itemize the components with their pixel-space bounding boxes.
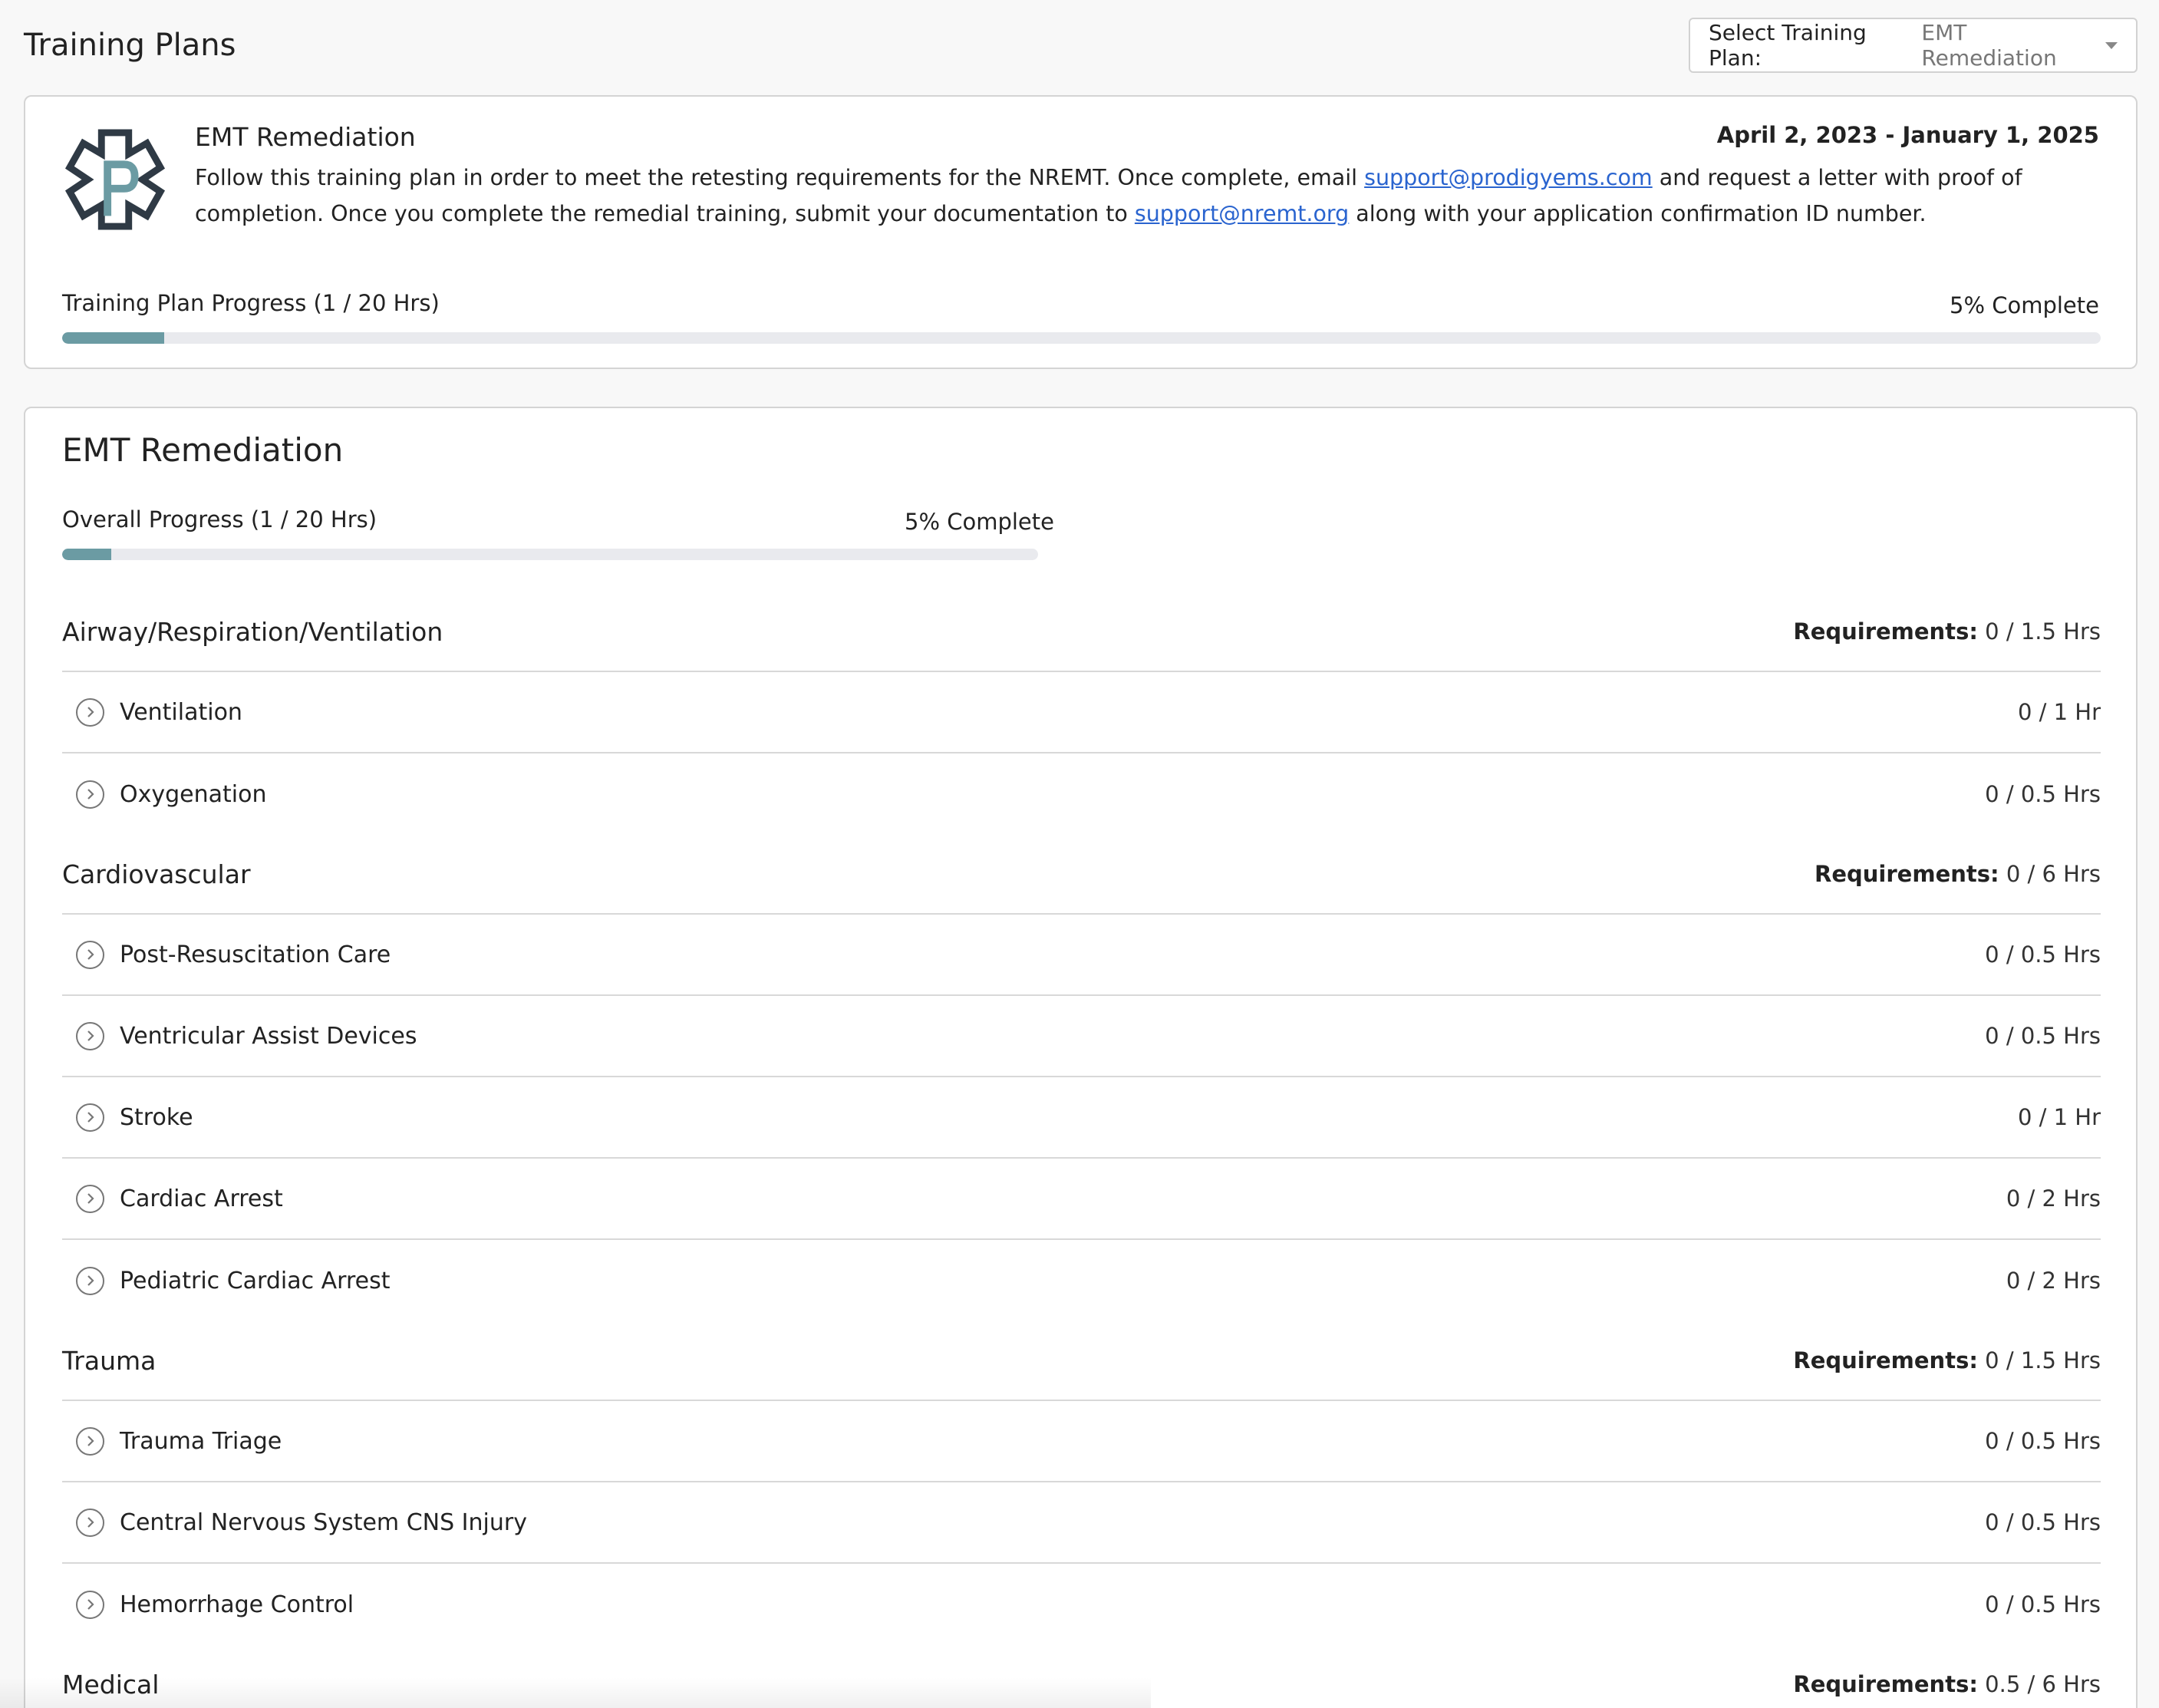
requirements-label: Requirements: [1793,1671,1978,1697]
topic-row[interactable]: Cardiac Arrest 0 / 2 Hrs [62,1159,2101,1240]
chevron-right-circle-icon[interactable] [76,1508,104,1537]
topic-name: Ventilation [120,698,242,726]
plan-progress-bar [62,332,2101,344]
chevron-right-circle-icon[interactable] [76,1184,104,1213]
group-title: Trauma [62,1345,157,1376]
plan-summary-card: EMT Remediation April 2, 2023 - January … [24,95,2138,369]
requirements-value: 0 / 1.5 Hrs [1985,1347,2101,1373]
page-title: Training Plans [24,28,236,63]
desc-text-3: along with your application confirmation… [1349,201,1927,226]
topic-row[interactable]: Pediatric Cardiac Arrest 0 / 2 Hrs [62,1240,2101,1321]
group-title: Airway/Respiration/Ventilation [62,616,443,647]
select-label: Select Training Plan: [1709,20,1867,71]
group-header: Airway/Respiration/Ventilation Requiremen… [62,592,2101,672]
prodigy-logo-icon [64,129,166,230]
top-header: Training Plans Select Training Plan: EMT… [24,18,2138,73]
topic-hours: 0 / 2 Hrs [2006,1185,2101,1212]
group-requirements: Requirements: 0 / 6 Hrs [1815,861,2101,887]
topic-name: Oxygenation [120,780,267,808]
topic-hours: 0 / 0.5 Hrs [1985,1428,2101,1454]
plan-name: EMT Remediation [195,122,416,152]
requirements-value: 0.5 / 6 Hrs [1985,1671,2101,1697]
plan-description: Follow this training plan in order to me… [195,160,2102,232]
topic-row[interactable]: Central Nervous System CNS Injury 0 / 0.5… [62,1482,2101,1564]
email-link-nremt[interactable]: support@nremt.org [1135,201,1349,226]
group-title: Medical [62,1669,160,1700]
group-header: Trauma Requirements: 0 / 1.5 Hrs [62,1321,2101,1401]
topic-name: Post-Resuscitation Care [120,941,391,968]
topic-row[interactable]: Post-Resuscitation Care 0 / 0.5 Hrs [62,915,2101,996]
group-title: Cardiovascular [62,859,251,889]
overall-progress-fill [62,549,111,560]
topic-hours: 0 / 1 Hr [2017,1104,2101,1130]
group-header: Medical Requirements: 0.5 / 6 Hrs [62,1645,2101,1708]
group-header: Cardiovascular Requirements: 0 / 6 Hrs [62,835,2101,915]
topic-hours: 0 / 0.5 Hrs [1985,781,2101,807]
group-requirements: Requirements: 0 / 1.5 Hrs [1793,1347,2101,1373]
email-link-prodigy[interactable]: support@prodigyems.com [1364,165,1653,190]
requirements-label: Requirements: [1815,861,1999,887]
training-plans-page: Training Plans Select Training Plan: EMT… [0,0,2159,1708]
topic-row[interactable]: Trauma Triage 0 / 0.5 Hrs [62,1401,2101,1482]
caret-down-icon [2105,41,2118,49]
group-requirements: Requirements: 0.5 / 6 Hrs [1793,1671,2101,1697]
plan-dates: April 2, 2023 - January 1, 2025 [1716,122,2099,148]
requirement-groups: Airway/Respiration/Ventilation Requiremen… [62,592,2101,1708]
plan-progress-label: Training Plan Progress (1 / 20 Hrs) [62,290,440,316]
topic-name: Pediatric Cardiac Arrest [120,1267,391,1294]
group-item-list: Post-Resuscitation Care 0 / 0.5 Hrs Ventri… [62,915,2101,1321]
topic-hours: 0 / 0.5 Hrs [1985,1591,2101,1617]
chevron-right-circle-icon[interactable] [76,1103,104,1132]
chevron-right-circle-icon[interactable] [76,940,104,969]
requirements-card: EMT Remediation Overall Progress (1 / 20… [24,407,2138,1708]
topic-name: Ventricular Assist Devices [120,1022,417,1050]
topic-name: Stroke [120,1103,193,1131]
requirements-value: 0 / 1.5 Hrs [1985,618,2101,645]
desc-text-1: Follow this training plan in order to me… [195,165,1365,190]
requirements-label: Requirements: [1793,618,1978,645]
chevron-right-circle-icon[interactable] [76,1426,104,1456]
section-title: EMT Remediation [62,431,344,469]
plan-progress-percent: 5% Complete [1950,292,2099,318]
chevron-right-circle-icon[interactable] [76,1590,104,1619]
topic-row[interactable]: Ventricular Assist Devices 0 / 0.5 Hrs [62,996,2101,1077]
topic-row[interactable]: Hemorrhage Control 0 / 0.5 Hrs [62,1564,2101,1645]
group-item-list: Trauma Triage 0 / 0.5 Hrs Central Nervous … [62,1401,2101,1645]
chevron-right-circle-icon[interactable] [76,1266,104,1295]
topic-hours: 0 / 0.5 Hrs [1985,1023,2101,1049]
topic-hours: 0 / 2 Hrs [2006,1268,2101,1294]
select-value: EMT Remediation [1921,20,2057,71]
topic-name: Trauma Triage [120,1427,282,1455]
plan-progress-fill [62,332,164,344]
overall-progress-bar [62,549,1038,560]
chevron-right-circle-icon[interactable] [76,697,104,727]
topic-row[interactable]: Stroke 0 / 1 Hr [62,1077,2101,1159]
topic-hours: 0 / 0.5 Hrs [1985,1509,2101,1535]
chevron-right-circle-icon[interactable] [76,1021,104,1050]
training-plan-select[interactable]: Select Training Plan: EMT Remediation [1689,18,2138,73]
topic-row[interactable]: Ventilation 0 / 1 Hr [62,672,2101,753]
topic-name: Hemorrhage Control [120,1591,354,1618]
topic-name: Cardiac Arrest [120,1185,283,1212]
overall-progress-label: Overall Progress (1 / 20 Hrs) [62,506,377,533]
requirements-value: 0 / 6 Hrs [2006,861,2101,887]
chevron-right-circle-icon[interactable] [76,780,104,809]
group-requirements: Requirements: 0 / 1.5 Hrs [1793,618,2101,645]
requirements-label: Requirements: [1793,1347,1978,1373]
topic-name: Central Nervous System CNS Injury [120,1509,527,1536]
topic-hours: 0 / 0.5 Hrs [1985,941,2101,968]
topic-hours: 0 / 1 Hr [2017,699,2101,725]
topic-row[interactable]: Oxygenation 0 / 0.5 Hrs [62,753,2101,835]
overall-progress-percent: 5% Complete [905,509,1054,535]
group-item-list: Ventilation 0 / 1 Hr Oxygenation 0 / 0.5 Hr… [62,672,2101,835]
